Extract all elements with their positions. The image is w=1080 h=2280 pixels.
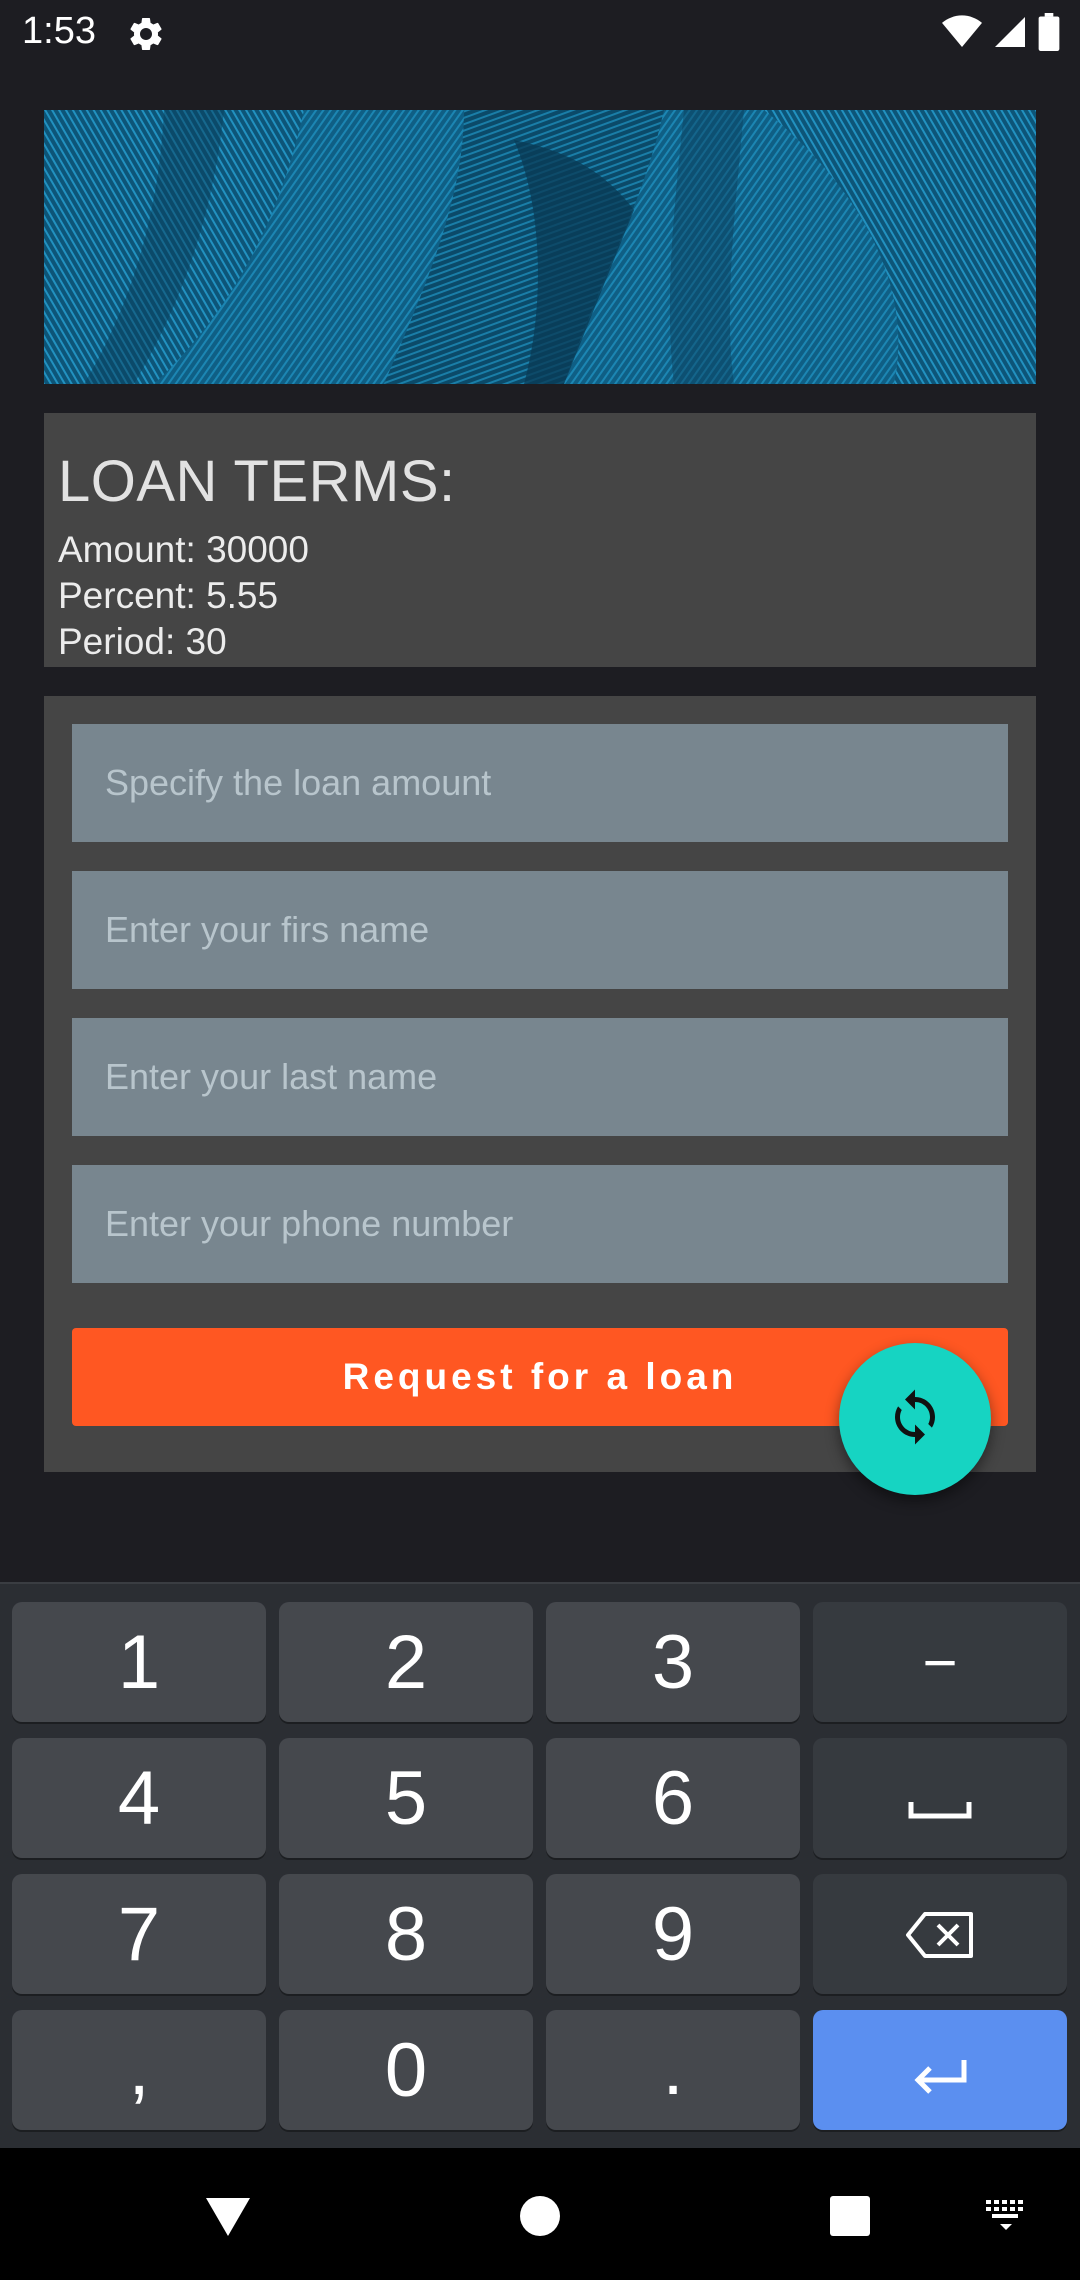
status-bar: 1:53 [0, 0, 1080, 66]
loan-amount-input[interactable] [105, 762, 1008, 804]
last-name-input[interactable] [105, 1056, 1008, 1098]
key-1[interactable]: 1 [12, 1602, 266, 1722]
navigation-bar [0, 2148, 1080, 2280]
settings-gear-icon [126, 14, 166, 54]
keyboard-switch-icon[interactable] [982, 2194, 1030, 2234]
key-period[interactable]: . [546, 2010, 800, 2130]
home-icon[interactable] [512, 2188, 568, 2244]
key-2[interactable]: 2 [279, 1602, 533, 1722]
numeric-keyboard: 1 2 3 − 4 5 6 7 8 9 , 0 . [0, 1582, 1080, 2150]
key-6[interactable]: 6 [546, 1738, 800, 1858]
loan-amount-field[interactable] [72, 724, 1008, 842]
last-name-field[interactable] [72, 1018, 1008, 1136]
key-3[interactable]: 3 [546, 1602, 800, 1722]
refresh-icon [885, 1387, 945, 1452]
signal-icon [992, 14, 1028, 55]
phone-number-field[interactable] [72, 1165, 1008, 1283]
refresh-fab[interactable] [839, 1343, 991, 1495]
key-7[interactable]: 7 [12, 1874, 266, 1994]
key-comma[interactable]: , [12, 2010, 266, 2130]
header-image [44, 110, 1036, 384]
key-backspace[interactable] [813, 1874, 1067, 1994]
phone-number-input[interactable] [105, 1203, 1008, 1245]
key-minus[interactable]: − [813, 1602, 1067, 1722]
key-enter[interactable] [813, 2010, 1067, 2130]
key-space[interactable] [813, 1738, 1067, 1858]
first-name-input[interactable] [105, 909, 1008, 951]
enter-icon [910, 2027, 970, 2114]
space-icon [908, 1755, 972, 1842]
loan-terms-card: LOAN TERMS: Amount: 30000 Percent: 5.55 … [44, 413, 1036, 667]
loan-period-text: Period: 30 [58, 621, 227, 662]
recents-icon[interactable] [822, 2188, 878, 2244]
key-9[interactable]: 9 [546, 1874, 800, 1994]
loan-percent-text: Percent: 5.55 [58, 575, 279, 616]
status-time: 1:53 [22, 10, 96, 52]
battery-icon [1038, 12, 1060, 56]
key-0[interactable]: 0 [279, 2010, 533, 2130]
first-name-field[interactable] [72, 871, 1008, 989]
loan-amount-text: Amount: 30000 [58, 529, 309, 570]
status-icons [942, 12, 1060, 56]
key-5[interactable]: 5 [279, 1738, 533, 1858]
backspace-icon [905, 1891, 975, 1978]
back-icon[interactable] [200, 2188, 256, 2244]
key-4[interactable]: 4 [12, 1738, 266, 1858]
wifi-icon [942, 14, 982, 54]
key-8[interactable]: 8 [279, 1874, 533, 1994]
loan-terms-title: LOAN TERMS: [58, 449, 456, 514]
